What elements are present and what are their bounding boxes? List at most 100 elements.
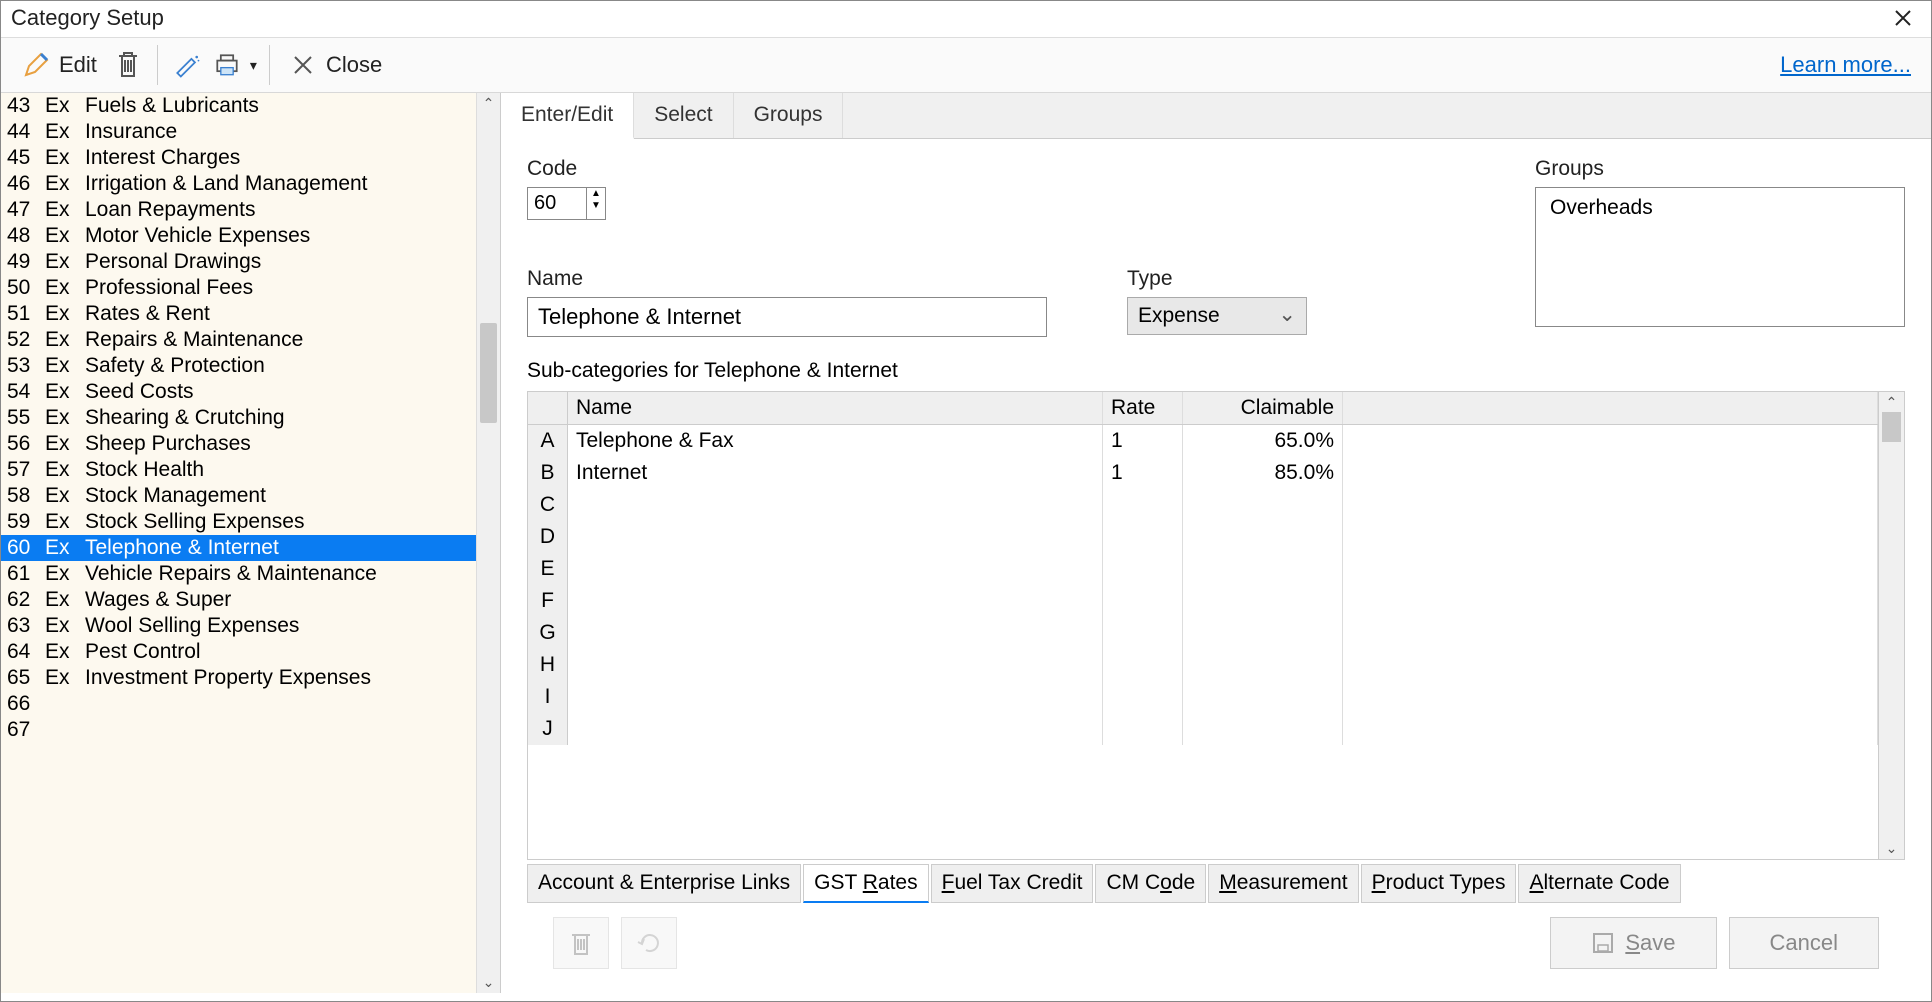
list-item[interactable]: 62ExWages & Super (1, 587, 476, 613)
table-row[interactable]: G (528, 617, 1878, 649)
bottom-tab[interactable]: Alternate Code (1518, 864, 1680, 903)
toolbar-separator (269, 45, 270, 85)
list-item[interactable]: 46ExIrrigation & Land Management (1, 171, 476, 197)
subcategories-label: Sub-categories for Telephone & Internet (527, 359, 1905, 383)
table-row[interactable]: I (528, 681, 1878, 713)
name-input[interactable] (527, 297, 1047, 337)
table-row[interactable]: ATelephone & Fax165.0% (528, 425, 1878, 457)
bottom-tab[interactable]: Fuel Tax Credit (931, 864, 1094, 903)
bottom-tab[interactable]: Account & Enterprise Links (527, 864, 801, 903)
close-icon (1893, 8, 1913, 28)
delete-button[interactable] (113, 50, 143, 80)
list-item[interactable]: 45ExInterest Charges (1, 145, 476, 171)
list-item[interactable]: 56ExSheep Purchases (1, 431, 476, 457)
table-row[interactable]: J (528, 713, 1878, 745)
learn-more-link[interactable]: Learn more... (1780, 52, 1921, 78)
scroll-up-icon[interactable]: ⌃ (477, 95, 500, 112)
code-spin-up[interactable]: ▲ (587, 188, 605, 200)
main-tabs: Enter/EditSelectGroups (501, 93, 1931, 139)
bottom-tab[interactable]: Measurement (1208, 864, 1358, 903)
delete-subcat-button[interactable] (553, 917, 609, 969)
tab-select[interactable]: Select (634, 93, 733, 138)
code-input[interactable] (527, 187, 587, 220)
save-label: ave (1640, 930, 1675, 955)
bottom-tab[interactable]: CM Code (1095, 864, 1206, 903)
bottom-tabs: Account & Enterprise LinksGST RatesFuel … (527, 864, 1905, 903)
table-row[interactable]: C (528, 489, 1878, 521)
scrollbar-thumb[interactable] (480, 323, 497, 423)
toolbar: Edit ▾ Close Learn more... (1, 38, 1931, 93)
grid-scrollbar[interactable]: ⌃ ⌄ (1878, 392, 1904, 859)
edit-button[interactable]: Edit (11, 44, 107, 86)
scroll-up-icon[interactable]: ⌃ (1879, 394, 1904, 411)
list-item[interactable]: 54ExSeed Costs (1, 379, 476, 405)
tab-groups[interactable]: Groups (734, 93, 844, 138)
col-rate[interactable]: Rate (1103, 392, 1183, 424)
table-row[interactable]: D (528, 521, 1878, 553)
toolbar-separator (157, 45, 158, 85)
x-icon (288, 50, 318, 80)
list-item[interactable]: 52ExRepairs & Maintenance (1, 327, 476, 353)
list-item[interactable]: 67 (1, 717, 476, 743)
list-item[interactable]: 50ExProfessional Fees (1, 275, 476, 301)
list-item[interactable]: 51ExRates & Rent (1, 301, 476, 327)
list-item[interactable]: 63ExWool Selling Expenses (1, 613, 476, 639)
window-title: Category Setup (11, 5, 164, 31)
list-item[interactable]: 44ExInsurance (1, 119, 476, 145)
window-close-button[interactable] (1885, 8, 1921, 28)
list-item[interactable]: 58ExStock Management (1, 483, 476, 509)
list-item[interactable]: 64ExPest Control (1, 639, 476, 665)
cancel-button[interactable]: Cancel (1729, 917, 1879, 969)
sidebar-wrap: 43ExFuels & Lubricants44ExInsurance45ExI… (1, 93, 501, 993)
list-item[interactable]: 49ExPersonal Drawings (1, 249, 476, 275)
table-row[interactable]: E (528, 553, 1878, 585)
print-button[interactable]: ▾ (208, 44, 261, 86)
scroll-down-icon[interactable]: ⌄ (1879, 840, 1904, 857)
code-label: Code (527, 157, 606, 181)
pencil-icon (21, 50, 51, 80)
type-select[interactable]: Expense (1127, 297, 1307, 335)
list-item[interactable]: 66 (1, 691, 476, 717)
edit-label: Edit (59, 52, 97, 78)
col-claimable[interactable]: Claimable (1183, 392, 1343, 424)
list-item[interactable]: 43ExFuels & Lubricants (1, 93, 476, 119)
table-row[interactable]: F (528, 585, 1878, 617)
code-spin-down[interactable]: ▼ (587, 200, 605, 212)
groups-item[interactable]: Overheads (1550, 196, 1890, 220)
list-item[interactable]: 53ExSafety & Protection (1, 353, 476, 379)
edit-pencil-button[interactable] (172, 50, 202, 80)
list-item[interactable]: 61ExVehicle Repairs & Maintenance (1, 561, 476, 587)
subcategory-grid: NameRateClaimableATelephone & Fax165.0%B… (527, 391, 1905, 860)
list-item[interactable]: 47ExLoan Repayments (1, 197, 476, 223)
undo-button[interactable] (621, 917, 677, 969)
list-item[interactable]: 59ExStock Selling Expenses (1, 509, 476, 535)
category-list[interactable]: 43ExFuels & Lubricants44ExInsurance45ExI… (1, 93, 476, 993)
scroll-down-icon[interactable]: ⌄ (477, 974, 500, 991)
close-button[interactable]: Close (278, 44, 392, 86)
bottom-tab[interactable]: Product Types (1361, 864, 1517, 903)
chevron-down-icon: ▾ (250, 57, 257, 74)
type-field: Type Expense (1127, 267, 1307, 337)
list-item[interactable]: 65ExInvestment Property Expenses (1, 665, 476, 691)
type-label: Type (1127, 267, 1307, 291)
name-field: Name (527, 267, 1047, 337)
list-item[interactable]: 48ExMotor Vehicle Expenses (1, 223, 476, 249)
printer-icon (212, 50, 242, 80)
save-button[interactable]: Save (1550, 917, 1716, 969)
list-item[interactable]: 57ExStock Health (1, 457, 476, 483)
undo-icon (634, 930, 664, 956)
trash-icon (568, 928, 594, 958)
list-item[interactable]: 60ExTelephone & Internet (1, 535, 476, 561)
name-label: Name (527, 267, 1047, 291)
scrollbar-thumb[interactable] (1882, 412, 1901, 442)
main-panel: Enter/EditSelectGroups Code ▲ ▼ Groups (501, 93, 1931, 993)
sidebar-scrollbar[interactable]: ⌃ ⌄ (476, 93, 500, 993)
table-row[interactable]: H (528, 649, 1878, 681)
table-row[interactable]: BInternet185.0% (528, 457, 1878, 489)
col-name[interactable]: Name (568, 392, 1103, 424)
content: 43ExFuels & Lubricants44ExInsurance45ExI… (1, 93, 1931, 993)
list-item[interactable]: 55ExShearing & Crutching (1, 405, 476, 431)
tab-enter-edit[interactable]: Enter/Edit (501, 93, 634, 139)
bottom-tab[interactable]: GST Rates (803, 864, 929, 903)
pencil-sparkle-icon (172, 50, 202, 80)
